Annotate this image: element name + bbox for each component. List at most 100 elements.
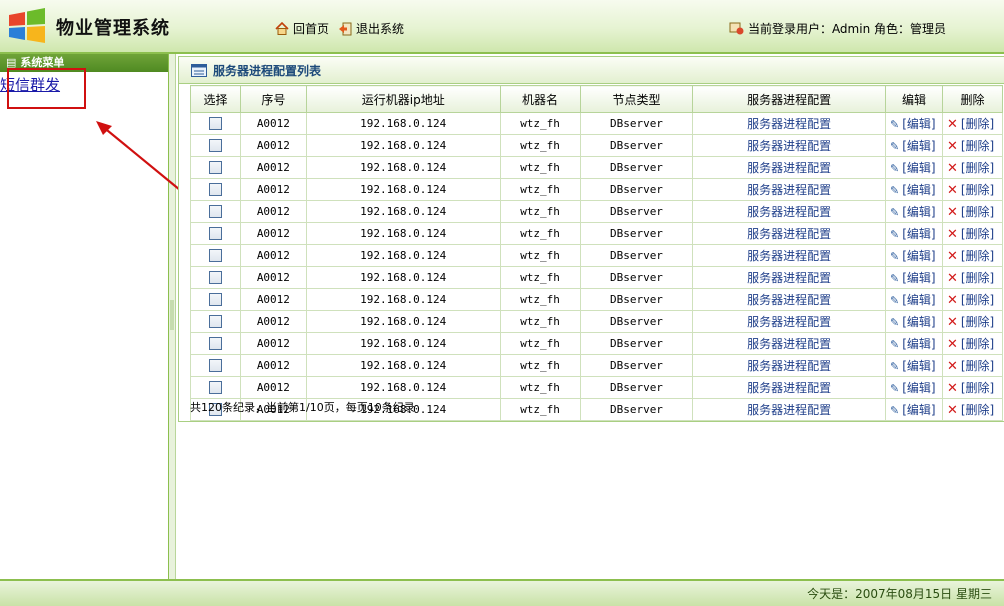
row-machine-name: wtz_fh [499, 222, 581, 245]
row-edit-link[interactable]: [编辑] [902, 139, 935, 153]
row-edit-link[interactable]: [编辑] [902, 293, 935, 307]
row-edit-link[interactable]: [编辑] [902, 359, 935, 373]
row-delete-link[interactable]: [删除] [961, 139, 994, 153]
pencil-icon: ✎ [889, 404, 900, 417]
delete-x-icon: ✕ [946, 183, 958, 198]
table-row: A0012 192.168.0.124 wtz_fh DBserver 服务器进程配置 ✎… [190, 112, 1004, 135]
row-config-link[interactable]: 服务器进程配置 [692, 156, 886, 179]
row-delete-link[interactable]: [删除] [961, 337, 994, 351]
row-delete-link[interactable]: [删除] [961, 381, 994, 395]
splitter-handle[interactable] [170, 300, 174, 330]
pencil-icon: ✎ [889, 316, 900, 329]
row-delete-link[interactable]: [删除] [961, 359, 994, 373]
row-delete-cell: ✕ [删除] [941, 156, 1004, 179]
table-row: A0012 192.168.0.124 wtz_fh DBserver 服务器进程配置 ✎… [190, 310, 1004, 333]
row-checkbox[interactable] [208, 271, 222, 285]
row-checkbox[interactable] [208, 117, 222, 131]
row-checkbox[interactable] [208, 381, 222, 395]
row-config-link[interactable]: 服务器进程配置 [692, 354, 886, 377]
delete-x-icon: ✕ [946, 315, 958, 330]
row-checkbox[interactable] [208, 315, 222, 329]
row-delete-link[interactable]: [删除] [961, 403, 994, 417]
delete-x-icon: ✕ [946, 161, 958, 176]
pencil-icon: ✎ [889, 294, 900, 307]
logout-link[interactable]: 退出系统 [338, 20, 404, 37]
row-delete-link[interactable]: [删除] [961, 315, 994, 329]
row-config-link[interactable]: 服务器进程配置 [692, 178, 886, 201]
row-delete-cell: ✕ [删除] [941, 134, 1004, 157]
row-edit-cell: ✎ [编辑] [884, 288, 943, 311]
delete-x-icon: ✕ [946, 205, 958, 220]
col-header-node-type: 节点类型 [579, 85, 694, 113]
row-checkbox[interactable] [208, 293, 222, 307]
row-checkbox[interactable] [208, 183, 222, 197]
pencil-icon: ✎ [889, 338, 900, 351]
row-config-link[interactable]: 服务器进程配置 [692, 200, 886, 223]
row-edit-link[interactable]: [编辑] [902, 205, 935, 219]
row-checkbox[interactable] [208, 337, 222, 351]
row-delete-cell: ✕ [删除] [941, 354, 1004, 377]
row-config-link[interactable]: 服务器进程配置 [692, 376, 886, 399]
row-delete-cell: ✕ [删除] [941, 332, 1004, 355]
row-select-cell [190, 112, 241, 135]
row-edit-link[interactable]: [编辑] [902, 403, 935, 417]
pencil-icon: ✎ [889, 184, 900, 197]
row-node-type: DBserver [579, 288, 694, 311]
row-checkbox[interactable] [208, 139, 222, 153]
row-edit-link[interactable]: [编辑] [902, 117, 935, 131]
row-checkbox[interactable] [208, 249, 222, 263]
table-row: A0012 192.168.0.124 wtz_fh DBserver 服务器进程配置 ✎… [190, 222, 1004, 245]
row-edit-link[interactable]: [编辑] [902, 315, 935, 329]
col-header-id: 序号 [239, 85, 307, 113]
row-config-link[interactable]: 服务器进程配置 [692, 288, 886, 311]
row-ip: 192.168.0.124 [305, 332, 501, 355]
row-config-link[interactable]: 服务器进程配置 [692, 398, 886, 421]
home-link[interactable]: 回首页 [275, 20, 329, 37]
annotation-highlight-box [7, 68, 86, 109]
row-checkbox[interactable] [208, 227, 222, 241]
row-config-link[interactable]: 服务器进程配置 [692, 222, 886, 245]
table-row: A0012 192.168.0.124 wtz_fh DBserver 服务器进程配置 ✎… [190, 354, 1004, 377]
row-config-link[interactable]: 服务器进程配置 [692, 332, 886, 355]
row-ip: 192.168.0.124 [305, 376, 501, 399]
row-id: A0012 [239, 200, 307, 223]
row-id: A0012 [239, 288, 307, 311]
row-delete-link[interactable]: [删除] [961, 161, 994, 175]
row-delete-link[interactable]: [删除] [961, 227, 994, 241]
table-row: A0012 192.168.0.124 wtz_fh DBserver 服务器进程配置 ✎… [190, 244, 1004, 267]
row-checkbox[interactable] [208, 161, 222, 175]
row-id: A0012 [239, 178, 307, 201]
row-edit-link[interactable]: [编辑] [902, 161, 935, 175]
row-delete-cell: ✕ [删除] [941, 244, 1004, 267]
row-config-link[interactable]: 服务器进程配置 [692, 244, 886, 267]
row-edit-link[interactable]: [编辑] [902, 381, 935, 395]
row-config-link[interactable]: 服务器进程配置 [692, 310, 886, 333]
row-delete-link[interactable]: [删除] [961, 205, 994, 219]
row-edit-link[interactable]: [编辑] [902, 227, 935, 241]
row-delete-cell: ✕ [删除] [941, 222, 1004, 245]
row-delete-link[interactable]: [删除] [961, 117, 994, 131]
row-delete-link[interactable]: [删除] [961, 249, 994, 263]
row-edit-cell: ✎ [编辑] [884, 200, 943, 223]
row-delete-link[interactable]: [删除] [961, 293, 994, 307]
row-edit-link[interactable]: [编辑] [902, 271, 935, 285]
row-ip: 192.168.0.124 [305, 244, 501, 267]
row-edit-link[interactable]: [编辑] [902, 337, 935, 351]
row-checkbox[interactable] [208, 359, 222, 373]
row-delete-link[interactable]: [删除] [961, 271, 994, 285]
row-node-type: DBserver [579, 112, 694, 135]
row-config-link[interactable]: 服务器进程配置 [692, 266, 886, 289]
row-config-link[interactable]: 服务器进程配置 [692, 134, 886, 157]
logout-icon [339, 22, 352, 35]
row-delete-cell: ✕ [删除] [941, 200, 1004, 223]
row-select-cell [190, 134, 241, 157]
panel-title: 服务器进程配置列表 [213, 63, 322, 78]
row-delete-link[interactable]: [删除] [961, 183, 994, 197]
row-checkbox[interactable] [208, 205, 222, 219]
row-edit-link[interactable]: [编辑] [902, 249, 935, 263]
row-config-link[interactable]: 服务器进程配置 [692, 112, 886, 135]
col-header-delete: 删除 [941, 85, 1004, 113]
row-edit-link[interactable]: [编辑] [902, 183, 935, 197]
row-edit-cell: ✎ [编辑] [884, 354, 943, 377]
row-edit-cell: ✎ [编辑] [884, 376, 943, 399]
